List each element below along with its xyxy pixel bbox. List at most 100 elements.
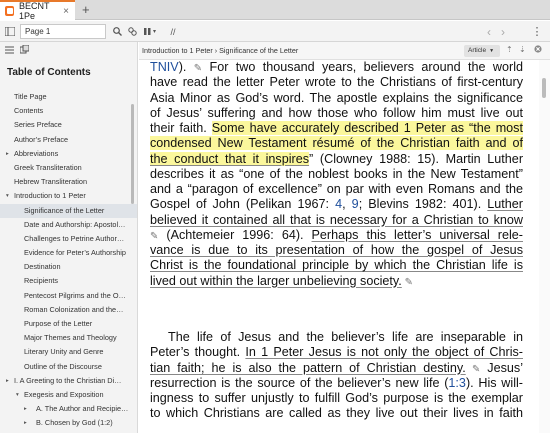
toc-item-label: Purpose of the Letter <box>24 319 93 328</box>
expand-down-icon[interactable]: ▾ <box>16 388 19 402</box>
toc-item[interactable]: ▸ Abbreviations <box>0 147 137 161</box>
toc-item[interactable]: Challenges to Petrine Author… <box>0 232 137 246</box>
reference-link[interactable]: 9 <box>352 197 359 211</box>
toc-item[interactable]: Contents <box>0 104 137 118</box>
toc-item-label: Date and Authorship: Apostol… <box>24 219 126 229</box>
expand-right-icon[interactable]: ▸ <box>24 416 27 430</box>
content-scrollbar[interactable] <box>539 60 550 433</box>
arrow-up-icon[interactable]: ⇡ <box>506 45 513 54</box>
arrow-down-icon[interactable]: ⇣ <box>519 45 526 54</box>
close-icon[interactable]: × <box>63 6 69 17</box>
text-span: , <box>342 197 352 212</box>
back-icon[interactable]: ‹ <box>484 24 494 39</box>
toc-item[interactable]: Author’s Preface <box>0 133 137 147</box>
text-span: ” (Clowney 1988: 15). Martin Luther <box>309 151 524 166</box>
article-label: Article <box>468 47 487 54</box>
toc-item-label: Introduction to 1 Peter <box>14 191 86 201</box>
text-span: ). His will- <box>465 375 523 390</box>
text-line: and a “paragon of excellence” on par wit… <box>150 182 523 197</box>
text-span: have read the letter Peter wrote to the … <box>150 75 523 90</box>
new-tab-button[interactable]: + <box>82 2 90 17</box>
toc-item[interactable]: Pentecost Pilgrims and the O… <box>0 289 137 303</box>
note-icon[interactable]: ✎ <box>402 277 413 288</box>
columns-icon[interactable] <box>143 24 157 39</box>
toc-item[interactable]: ▾ Introduction to 1 Peter <box>0 189 137 203</box>
toc-item[interactable]: Purpose of the Letter <box>0 317 137 331</box>
text-line: ingness to suffer unjustly to fulfill Go… <box>150 391 523 406</box>
toc-item-label: Series Preface <box>14 120 62 130</box>
note-icon[interactable]: ✎ <box>466 364 480 375</box>
text-span: tian faith; he is also the pattern of Ch… <box>150 360 466 375</box>
toc-item-label: Pentecost Pilgrims and the O… <box>24 290 126 300</box>
expand-right-icon[interactable]: ▸ <box>24 402 27 416</box>
toolbar: Page 1 // ‹ › ⋮ <box>0 21 550 42</box>
sidebar-scrollbar[interactable] <box>131 104 134 204</box>
text-span: ; Blevins 1982: 401). <box>358 197 488 212</box>
text-line: to which Christians are called as they l… <box>150 406 523 421</box>
toc-item[interactable]: Hebrew Transliteration <box>0 175 137 189</box>
toc-item[interactable]: ▸ I. A Greeting to the Christian Di… <box>0 374 137 388</box>
toc-item[interactable]: Major Themes and Theology <box>0 331 137 345</box>
more-icon[interactable]: ⋮ <box>532 24 543 39</box>
toc-item[interactable]: Significance of the Letter <box>0 203 137 218</box>
toc-item[interactable]: ▾ Exegesis and Exposition <box>0 388 137 402</box>
toc-item[interactable]: Title Page <box>0 90 137 104</box>
scroll-thumb[interactable] <box>542 78 546 98</box>
text-span: For two thousand years, believers around… <box>202 60 523 74</box>
text-span: In 1 Peter Jesus is not only the object … <box>245 345 523 360</box>
text-line: Gospel of John (Pelikan 1967: 4, 9; Blev… <box>150 197 523 212</box>
reference-link[interactable]: TNIV <box>150 60 179 74</box>
toc-item-label: Challenges to Petrine Author… <box>24 233 125 243</box>
toc-item[interactable]: Outline of the Discourse <box>0 360 137 374</box>
toc-item-label: A. The Author and Recipie… <box>36 404 129 414</box>
article-dropdown[interactable]: Article ▼ <box>464 45 500 57</box>
parallel-icon[interactable]: // <box>167 24 179 39</box>
toc-item-label: Outline of the Discourse <box>24 361 102 371</box>
tab-becnt[interactable]: BECNT 1Pe × <box>0 0 75 21</box>
text-span: condensed New Testament résumé of the Ch… <box>150 136 523 151</box>
toc-item[interactable]: Literary Unity and Genre <box>0 345 137 359</box>
sidebar-icons <box>0 42 137 60</box>
forward-icon[interactable]: › <box>498 24 508 39</box>
tab-title: BECNT 1Pe <box>19 1 50 21</box>
search-icon[interactable] <box>112 24 122 39</box>
text-span: the conduct that it inspires <box>150 151 310 166</box>
toc-item[interactable]: ▸ A. The Author and Recipie… <box>0 402 137 416</box>
text-span: their faith. <box>150 121 212 135</box>
visual-filter-icon[interactable] <box>127 24 137 39</box>
list-icon[interactable] <box>5 46 14 57</box>
text-span: Luther <box>487 197 523 212</box>
text-span: to which Christians are called as they l… <box>150 406 523 421</box>
toc-item[interactable]: Recipients <box>0 274 137 288</box>
toc-item[interactable]: Date and Authorship: Apostol… <box>0 218 137 232</box>
toc-item[interactable]: ▸ B. Chosen by God (1:2) <box>0 416 137 430</box>
toc-item[interactable]: Evidence for Peter’s Authorship <box>0 246 137 260</box>
reference-link[interactable]: 1:3 <box>448 376 466 390</box>
text-span: Christ is the foundational principle by … <box>150 258 523 273</box>
toc-item[interactable]: Destination <box>0 260 137 274</box>
sidebar-toggle-icon[interactable] <box>4 24 16 39</box>
expand-right-icon[interactable]: ▸ <box>6 374 9 388</box>
text-line: Christ is the foundational principle by … <box>150 258 523 273</box>
close-circle-icon[interactable] <box>534 45 542 55</box>
breadcrumb[interactable]: Introduction to 1 Peter › Significance o… <box>142 46 298 55</box>
copy-icon[interactable] <box>19 44 30 57</box>
toc-list: Title Page Contents Series Preface Author’s… <box>0 90 137 431</box>
expand-right-icon[interactable]: ▸ <box>6 147 9 161</box>
reference-box[interactable]: Page 1 <box>20 24 106 39</box>
toc-item[interactable]: Series Preface <box>0 118 137 132</box>
note-icon[interactable]: ✎ <box>194 63 202 74</box>
expand-down-icon[interactable]: ▾ <box>6 189 9 203</box>
text-line: The life of Jesus and the believer’s lif… <box>168 330 523 345</box>
toc-item-label: I. A Greeting to the Christian Di… <box>14 375 122 385</box>
toc-item[interactable]: Greek Transliteration <box>0 161 137 175</box>
text-line: the conduct that it inspires” (Clowney 1… <box>150 151 524 167</box>
toc-item-label: Contents <box>14 106 44 116</box>
reading-pane[interactable]: TNIV). ✎ For two thousand years, believe… <box>139 60 539 433</box>
toc-sidebar: Table of Contents Title Page Contents Seri… <box>0 42 138 433</box>
text-line: Asia Minor as God’s word. The apostle ex… <box>150 91 523 106</box>
toc-item[interactable]: Roman Colonization and the… <box>0 303 137 317</box>
toc-item-label: Greek Transliteration <box>14 162 82 172</box>
tab-bar: BECNT 1Pe × + <box>0 0 550 21</box>
text-span: vance is due to its presentation of how … <box>150 243 523 257</box>
